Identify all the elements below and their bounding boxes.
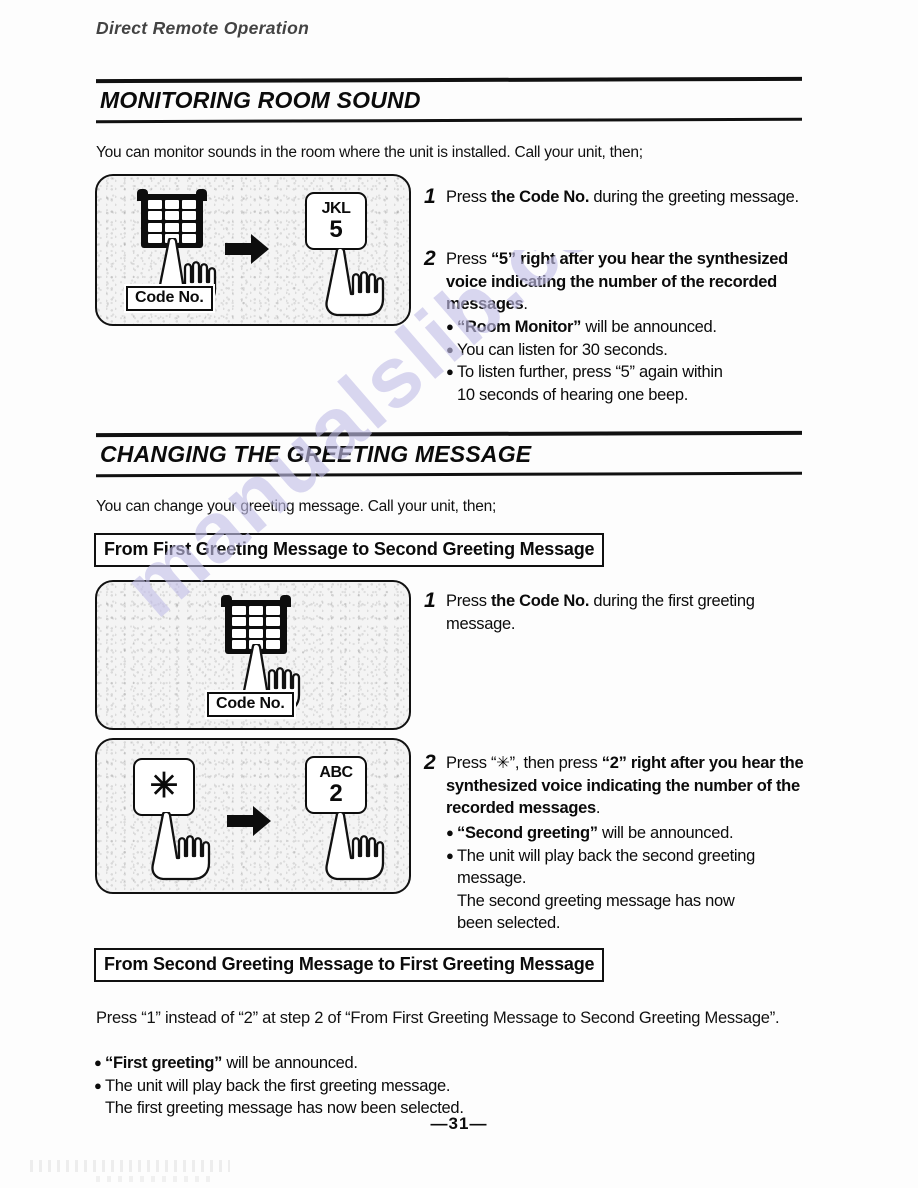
bullet-text: The unit will play back the first greeti…: [105, 1076, 451, 1095]
illustration-panel-code-no-to-5: JKL 5 Code No.: [95, 174, 411, 326]
scan-edge-noise: [96, 1176, 216, 1182]
bullet-dot-icon: ●: [94, 1077, 102, 1093]
closing-bullet-list: ● “First greeting” will be announced. ● …: [94, 1052, 794, 1120]
step-1-monitoring: 1 Press the Code No. during the greeting…: [424, 186, 804, 209]
step-text: Press “5” right after you hear the synth…: [446, 250, 788, 313]
bullet-dot-icon: ●: [446, 364, 454, 379]
bullet-continuation: 10 seconds of hearing one beep.: [457, 385, 689, 404]
section-title: CHANGING THE GREETING MESSAGE: [100, 441, 532, 467]
bullet-item: ● “Second greeting” will be announced.: [446, 822, 806, 845]
bullet-list-monitoring: ● “Room Monitor” will be announced. ● Yo…: [446, 316, 804, 406]
section-heading-monitoring: MONITORING ROOM SOUND: [96, 76, 802, 124]
key-abc-2: ABC 2: [305, 756, 367, 814]
code-no-caption: Code No.: [207, 692, 294, 717]
key-letters: JKL: [321, 199, 351, 217]
key-digit: 2: [329, 779, 343, 807]
bullet-dot-icon: ●: [446, 319, 454, 334]
bullet-item: ● The unit will play back the second gre…: [446, 845, 806, 868]
bullet-item: ● To listen further, press “5” again wit…: [446, 361, 804, 384]
step-number: 2: [424, 247, 436, 270]
section-heading-changing-greeting: CHANGING THE GREETING MESSAGE: [96, 430, 802, 478]
bullet-continuation: message.: [457, 869, 527, 887]
step-1-changing: 1 Press the Code No. during the first gr…: [424, 590, 806, 635]
bullet-list-changing: ● “Second greeting” will be announced. ●…: [446, 822, 806, 935]
bullet-dot-icon: ●: [446, 825, 454, 840]
step-text: Press “✳”, then press “2” right after yo…: [446, 754, 804, 817]
subheading-second-to-first: From Second Greeting Message to First Gr…: [94, 948, 605, 982]
page-number: —31—: [430, 1114, 488, 1133]
section-title: MONITORING ROOM SOUND: [100, 87, 421, 113]
subheading-first-to-second: From First Greeting Message to Second Gr…: [94, 533, 605, 567]
step-text: Press the Code No. during the first gree…: [446, 592, 755, 633]
key-digit: 5: [329, 215, 343, 243]
bullet-text: “First greeting” will be announced.: [105, 1054, 358, 1072]
step-number: 1: [424, 185, 436, 208]
key-letters: ABC: [319, 763, 353, 781]
key-jkl-5: JKL 5: [305, 192, 367, 250]
intro-paragraph-monitoring: You can monitor sounds in the room where…: [96, 144, 643, 161]
intro-paragraph-changing: You can change your greeting message. Ca…: [96, 498, 496, 515]
bullet-item: ● You can listen for 30 seconds.: [446, 339, 804, 362]
step-text: Press the Code No. during the greeting m…: [446, 188, 799, 206]
right-arrow-icon: [225, 234, 269, 264]
bullet-continuation: been selected.: [457, 914, 561, 932]
bullet-text: “Room Monitor” will be announced.: [457, 318, 717, 336]
bullet-text: The unit will play back the second greet…: [457, 846, 756, 865]
bullet-item: ● The unit will play back the first gree…: [94, 1075, 794, 1098]
bullet-item: ● “First greeting” will be announced.: [94, 1052, 794, 1075]
step-2-changing: 2 Press “✳”, then press “2” right after …: [424, 752, 806, 820]
closing-paragraph: Press “1” instead of “2” at step 2 of “F…: [96, 1009, 780, 1027]
pointing-hand-icon: [325, 812, 385, 881]
key-star-glyph: ✳: [149, 767, 179, 806]
bullet-item: ● “Room Monitor” will be announced.: [446, 316, 804, 339]
bullet-dot-icon: ●: [446, 341, 454, 357]
illustration-panel-star-to-2: ✳ ABC 2: [95, 738, 411, 894]
pointing-hand-icon: [325, 248, 385, 317]
bullet-dot-icon: ●: [446, 847, 454, 863]
illustration-panel-code-no: Code No.: [95, 580, 411, 730]
pointing-hand-icon: [151, 812, 211, 881]
bullet-dot-icon: ●: [94, 1055, 102, 1070]
bullet-text: You can listen for 30 seconds.: [457, 340, 668, 359]
bullet-continuation: The second greeting message has now: [457, 891, 735, 910]
bullet-text: “Second greeting” will be announced.: [457, 824, 734, 842]
code-no-caption: Code No.: [126, 286, 213, 311]
step-number: 1: [424, 589, 436, 612]
bullet-text: To listen further, press “5” again withi…: [457, 363, 723, 381]
key-star: ✳: [133, 758, 195, 816]
scan-edge-noise: [30, 1160, 230, 1172]
manual-page: manualslib.com Direct Remote Operation M…: [0, 0, 918, 1188]
running-head: Direct Remote Operation: [96, 18, 310, 38]
step-number: 2: [424, 751, 436, 774]
step-2-monitoring: 2 Press “5” right after you hear the syn…: [424, 248, 804, 316]
right-arrow-icon: [227, 806, 271, 836]
